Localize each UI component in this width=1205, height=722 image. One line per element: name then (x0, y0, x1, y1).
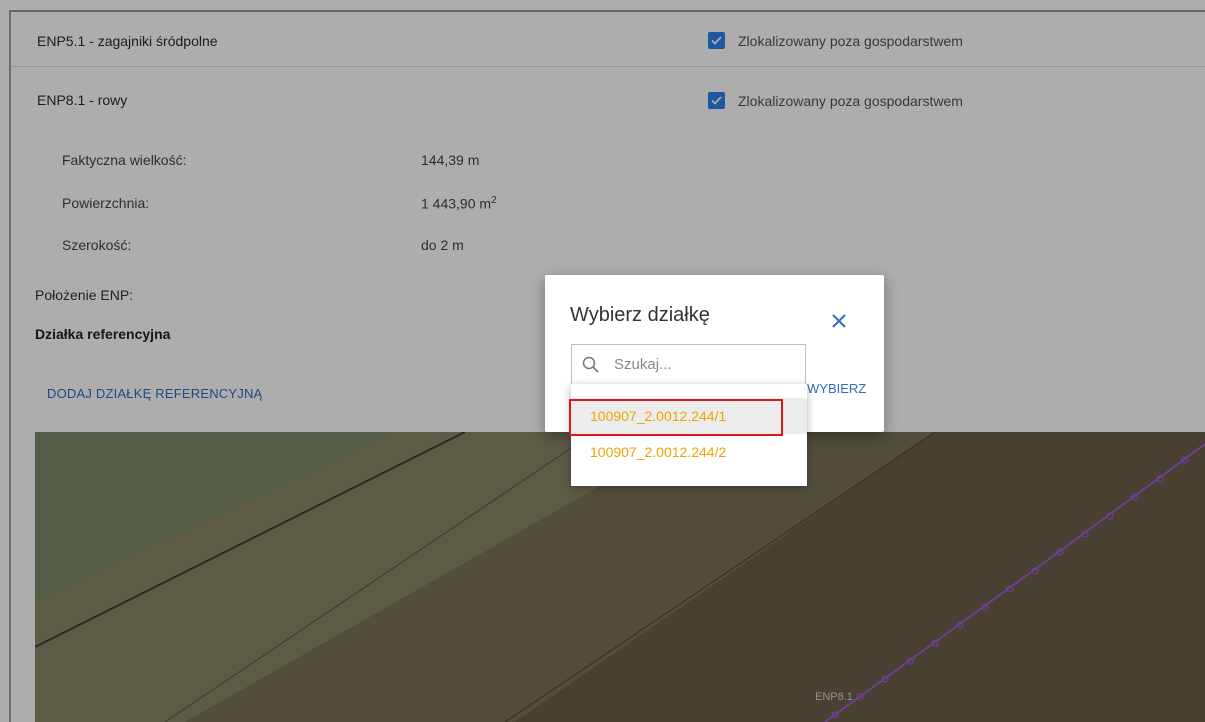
choose-button[interactable]: WYBIERZ (807, 381, 866, 396)
parcel-option[interactable]: 100907_2.0012.244/1 (571, 398, 807, 434)
parcel-option[interactable]: 100907_2.0012.244/2 (571, 434, 807, 470)
close-button[interactable] (828, 310, 850, 332)
close-icon (832, 314, 846, 328)
parcel-options-list: 100907_2.0012.244/1 100907_2.0012.244/2 (571, 384, 807, 486)
dialog-title: Wybierz działkę (570, 304, 710, 326)
search-input[interactable] (614, 353, 794, 375)
parcel-search-box[interactable] (571, 344, 806, 384)
search-icon (582, 356, 599, 373)
